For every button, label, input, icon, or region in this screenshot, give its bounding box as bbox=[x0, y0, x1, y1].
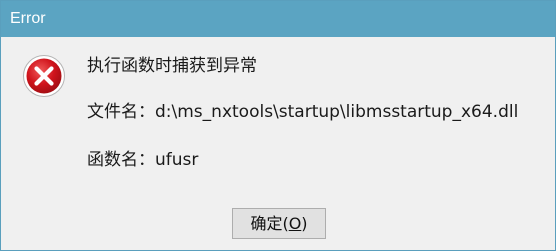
error-message: 执行函数时捕获到异常 bbox=[87, 56, 257, 76]
error-dialog: Error 执行函数时捕获到异常 文件名：d:\ms_nxtools\start… bbox=[0, 0, 556, 251]
ok-button[interactable]: 确定(O) bbox=[232, 208, 326, 239]
ok-button-mnemonic: O bbox=[288, 214, 302, 233]
title-bar[interactable]: Error bbox=[1, 1, 555, 37]
file-name-label: 文件名： bbox=[87, 102, 155, 122]
file-name-line: 文件名：d:\ms_nxtools\startup\libmsstartup_x… bbox=[87, 101, 518, 123]
window-title: Error bbox=[10, 10, 46, 27]
ok-button-label: 确定( bbox=[250, 214, 289, 233]
function-name-value: ufusr bbox=[155, 150, 199, 170]
ok-button-label-end: ) bbox=[301, 214, 308, 233]
file-name-value: d:\ms_nxtools\startup\libmsstartup_x64.d… bbox=[155, 102, 519, 122]
function-name-label: 函数名： bbox=[87, 150, 155, 170]
function-name-line: 函数名：ufusr bbox=[87, 149, 198, 171]
error-icon bbox=[23, 55, 65, 97]
dialog-content: 执行函数时捕获到异常 文件名：d:\ms_nxtools\startup\lib… bbox=[1, 37, 555, 250]
